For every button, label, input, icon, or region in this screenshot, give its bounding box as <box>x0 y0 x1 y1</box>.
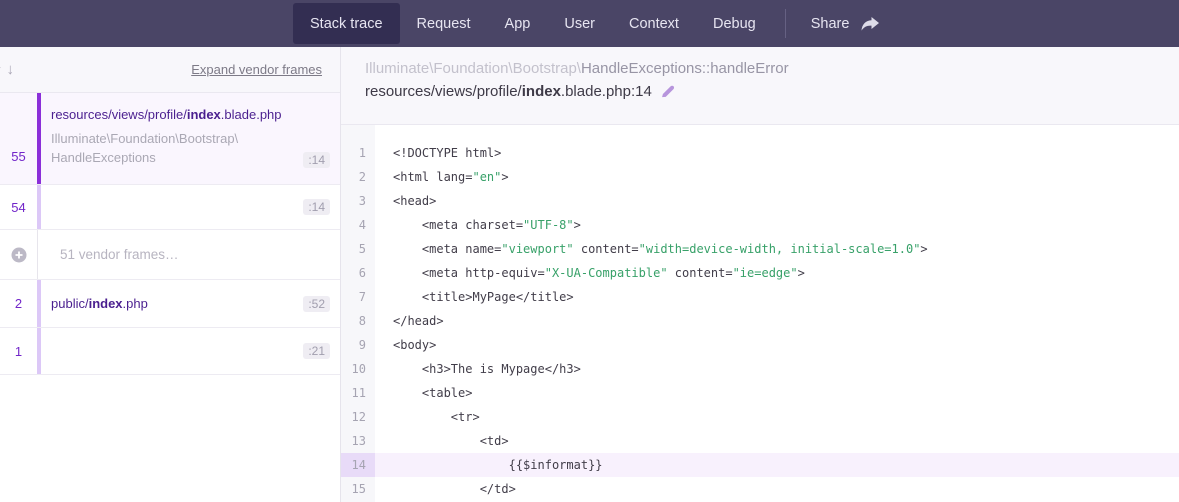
frame-number: 55 <box>0 93 41 184</box>
line-number: 13 <box>341 429 375 453</box>
frame-class: Illuminate\Foundation\Bootstrap\HandleEx… <box>51 130 238 168</box>
code-line: 3<head> <box>341 189 1179 213</box>
code-line: 8</head> <box>341 309 1179 333</box>
vendor-frames-content: 51 vendor frames… <box>38 230 340 279</box>
code-text: <meta http-equiv="X-UA-Compatible" conte… <box>375 261 805 285</box>
exception-class-prefix: Illuminate\Foundation\Bootstrap\ <box>365 60 581 77</box>
open-file-path: resources/views/profile/index.blade.php:… <box>365 83 652 100</box>
code-text: <!DOCTYPE html> <box>375 141 501 165</box>
open-file-line: resources/views/profile/index.blade.php:… <box>365 83 1179 100</box>
line-number-badge: :52 <box>303 296 330 312</box>
code-line: 15 </td> <box>341 477 1179 501</box>
expand-vendor-frames-link[interactable]: Expand vendor frames <box>191 62 322 77</box>
vendor-frames-label: 51 vendor frames… <box>60 247 179 262</box>
code-text: <table> <box>375 381 472 405</box>
stack-frame-row[interactable]: 2 public/index.php :52 <box>0 280 340 328</box>
code-text: </td> <box>375 477 516 501</box>
code-line: 2<html lang="en"> <box>341 165 1179 189</box>
frame-file-path: public/index.php <box>51 296 148 311</box>
code-line: 7 <title>MyPage</title> <box>341 285 1179 309</box>
tab-app[interactable]: App <box>488 0 548 47</box>
line-number: 5 <box>341 237 375 261</box>
code-text: <body> <box>375 333 436 357</box>
code-text: <tr> <box>375 405 480 429</box>
tab-request[interactable]: Request <box>400 0 488 47</box>
line-number-badge: :14 <box>303 199 330 215</box>
frame-content: :14 <box>41 185 340 229</box>
code-text: <meta name="viewport" content="width=dev… <box>375 237 928 261</box>
code-line: 10 <h3>The is Mypage</h3> <box>341 357 1179 381</box>
stack-frames-list: 55resources/views/profile/index.blade.ph… <box>0 93 340 502</box>
line-number-badge: :14 <box>303 152 330 168</box>
line-number: 3 <box>341 189 375 213</box>
frame-content: public/index.php :52 <box>41 280 340 327</box>
sidebar-header: ↑ ↓ Expand vendor frames <box>0 47 340 93</box>
vendor-icon-col <box>0 230 38 279</box>
main-panel: Illuminate\Foundation\Bootstrap\HandleEx… <box>341 47 1179 502</box>
line-number-badge: :21 <box>303 343 330 359</box>
code-text: <title>MyPage</title> <box>375 285 574 309</box>
tab-context[interactable]: Context <box>612 0 696 47</box>
navbar: Stack traceRequestAppUserContextDebug Sh… <box>0 0 1179 47</box>
navbar-divider <box>785 9 786 38</box>
code-line: 11 <table> <box>341 381 1179 405</box>
frame-number: 2 <box>0 280 41 327</box>
share-button-label: Share <box>811 16 850 32</box>
code-line: 13 <td> <box>341 429 1179 453</box>
frame-nav-up-icon[interactable]: ↑ <box>0 61 3 78</box>
code-text: <td> <box>375 429 509 453</box>
code-line: 4 <meta charset="UTF-8"> <box>341 213 1179 237</box>
tab-stack-trace[interactable]: Stack trace <box>293 3 400 44</box>
exception-header: Illuminate\Foundation\Bootstrap\HandleEx… <box>341 47 1179 125</box>
line-number: 11 <box>341 381 375 405</box>
line-number: 4 <box>341 213 375 237</box>
vendor-frames-row[interactable]: 51 vendor frames… <box>0 230 340 280</box>
frame-number: 1 <box>0 328 41 374</box>
stack-trace-sidebar: ↑ ↓ Expand vendor frames 55resources/vie… <box>0 47 341 502</box>
code-line: 6 <meta http-equiv="X-UA-Compatible" con… <box>341 261 1179 285</box>
frame-nav-down-icon[interactable]: ↓ <box>7 61 15 78</box>
code-text: <html lang="en"> <box>375 165 509 189</box>
code-text: <h3>The is Mypage</h3> <box>375 357 581 381</box>
line-number: 6 <box>341 261 375 285</box>
frame-content: resources/views/profile/index.blade.php I… <box>41 93 340 184</box>
code-line: 9<body> <box>341 333 1179 357</box>
line-number: 15 <box>341 477 375 501</box>
code-line: 12 <tr> <box>341 405 1179 429</box>
share-arrow-icon <box>860 16 880 32</box>
line-number: 1 <box>341 141 375 165</box>
share-button[interactable]: Share <box>797 0 895 47</box>
pencil-icon[interactable] <box>660 84 675 99</box>
code-text: </head> <box>375 309 444 333</box>
navbar-tabs: Stack traceRequestAppUserContextDebug <box>293 0 773 47</box>
line-number: 9 <box>341 333 375 357</box>
exception-method: HandleExceptions::handleError <box>581 60 789 77</box>
code-text: <head> <box>375 189 436 213</box>
stack-frame-row[interactable]: 55resources/views/profile/index.blade.ph… <box>0 93 340 185</box>
plus-circle-icon <box>11 247 27 263</box>
tab-debug[interactable]: Debug <box>696 0 773 47</box>
frame-file-path: resources/views/profile/index.blade.php <box>51 107 330 122</box>
line-number: 8 <box>341 309 375 333</box>
line-number: 14 <box>341 453 375 477</box>
line-number: 2 <box>341 165 375 189</box>
frame-navigation: ↑ ↓ <box>0 61 14 78</box>
line-number: 12 <box>341 405 375 429</box>
code-line: 5 <meta name="viewport" content="width=d… <box>341 237 1179 261</box>
code-line: 1<!DOCTYPE html> <box>341 141 1179 165</box>
code-line: 14 {{$informat}} <box>341 453 1179 477</box>
stack-frame-row[interactable]: 1 :21 <box>0 328 340 375</box>
line-number: 10 <box>341 357 375 381</box>
frame-content: :21 <box>41 328 340 374</box>
code-viewer: 1<!DOCTYPE html>2<html lang="en">3<head>… <box>341 125 1179 502</box>
code-text: {{$informat}} <box>375 453 603 477</box>
exception-class-line: Illuminate\Foundation\Bootstrap\HandleEx… <box>365 60 1179 77</box>
tab-user[interactable]: User <box>547 0 612 47</box>
frame-number: 54 <box>0 185 41 229</box>
page-body: ↑ ↓ Expand vendor frames 55resources/vie… <box>0 47 1179 502</box>
stack-frame-row[interactable]: 54 :14 <box>0 185 340 230</box>
line-number: 7 <box>341 285 375 309</box>
code-text: <meta charset="UTF-8"> <box>375 213 581 237</box>
frame-class-row: Illuminate\Foundation\Bootstrap\HandleEx… <box>51 130 330 168</box>
